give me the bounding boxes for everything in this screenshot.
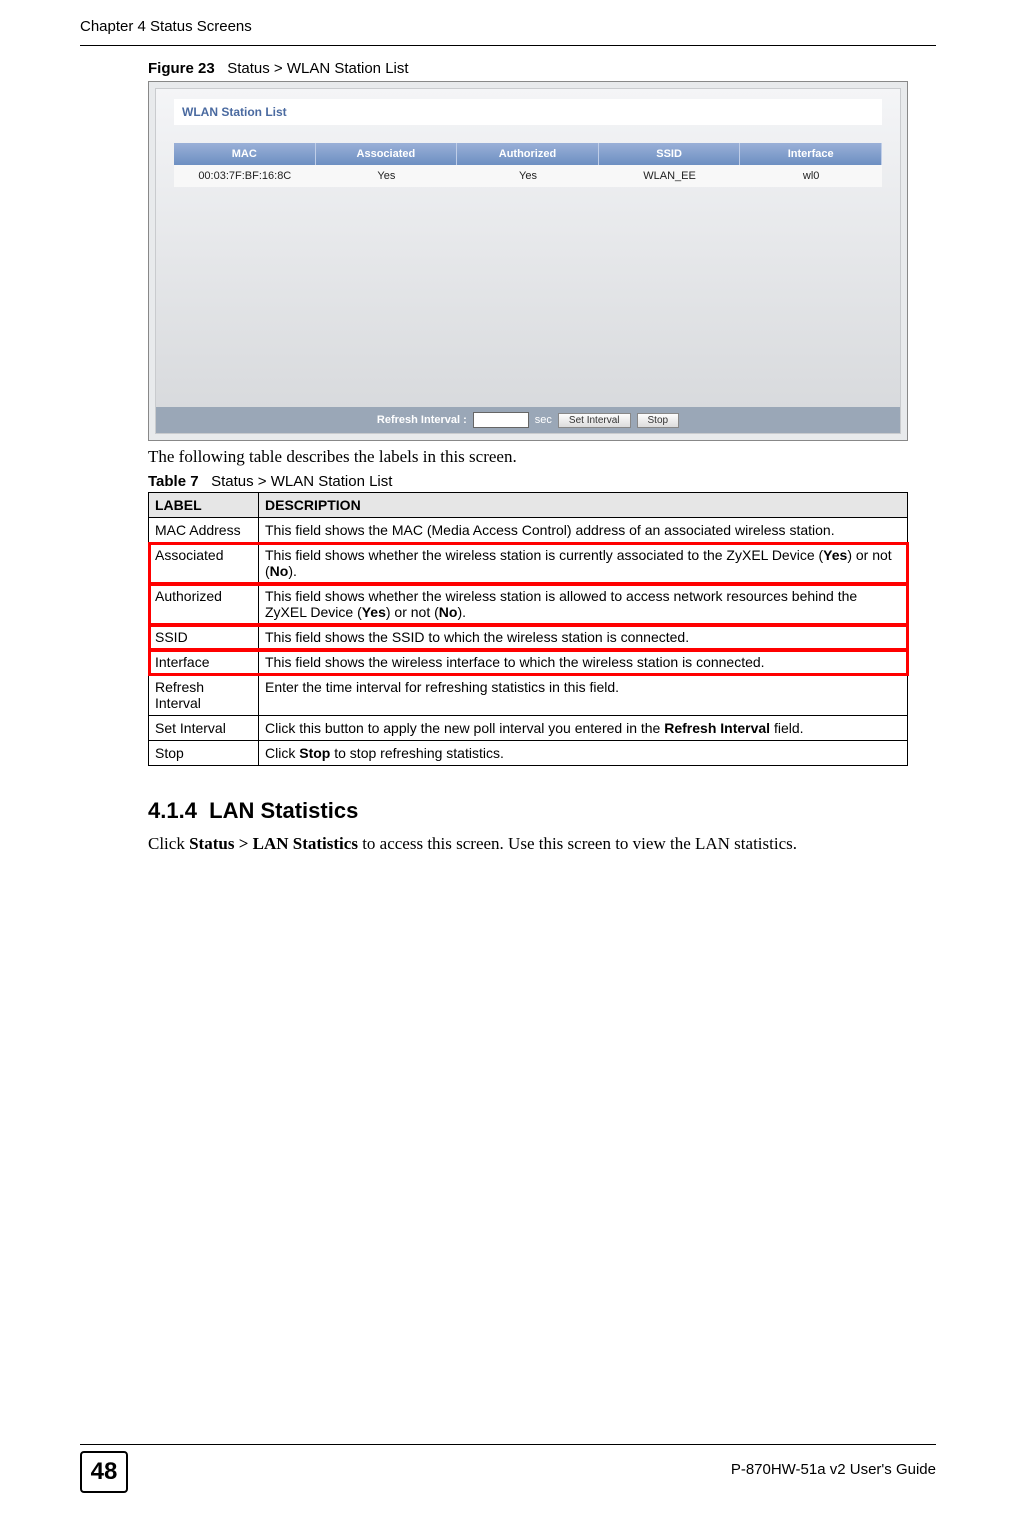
row-label: Stop [149, 741, 259, 766]
cell-associated: Yes [316, 165, 458, 187]
table-title: Status > WLAN Station List [211, 473, 392, 490]
row-desc: Enter the time interval for refreshing s… [259, 675, 908, 716]
col-interface: Interface [740, 143, 882, 165]
page-footer: 48 P-870HW-51a v2 User's Guide [80, 1444, 936, 1496]
col-ssid: SSID [599, 143, 741, 165]
cell-mac: 00:03:7F:BF:16:8C [174, 165, 316, 187]
row-desc: This field shows the wireless interface … [259, 650, 908, 675]
figure-title: Status > WLAN Station List [227, 60, 408, 77]
row-desc: This field shows whether the wireless st… [259, 584, 908, 625]
section-title: LAN Statistics [209, 798, 358, 823]
set-interval-button[interactable]: Set Interval [558, 413, 631, 428]
section-heading: 4.1.4 LAN Statistics [148, 798, 908, 824]
cell-authorized: Yes [457, 165, 599, 187]
chapter-title: Chapter 4 Status Screens [80, 18, 252, 35]
table-row: Stop Click Stop to stop refreshing stati… [149, 741, 908, 766]
table-row: MAC Address This field shows the MAC (Me… [149, 518, 908, 543]
table-row: Refresh Interval Enter the time interval… [149, 675, 908, 716]
row-desc: Click this button to apply the new poll … [259, 716, 908, 741]
row-desc: This field shows the MAC (Media Access C… [259, 518, 908, 543]
col-authorized: Authorized [457, 143, 599, 165]
col-mac: MAC [174, 143, 316, 165]
row-label: SSID [149, 625, 259, 650]
table-label: Table 7 [148, 473, 199, 490]
refresh-interval-unit: sec [535, 414, 552, 426]
row-label: Interface [149, 650, 259, 675]
row-desc: This field shows the SSID to which the w… [259, 625, 908, 650]
stop-button[interactable]: Stop [637, 413, 680, 428]
content-area: Figure 23 Status > WLAN Station List WLA… [148, 60, 908, 854]
figure-label: Figure 23 [148, 60, 215, 77]
row-desc: Click Stop to stop refreshing statistics… [259, 741, 908, 766]
table-row: Associated This field shows whether the … [149, 543, 908, 584]
refresh-interval-input[interactable] [473, 412, 529, 428]
row-desc: This field shows whether the wireless st… [259, 543, 908, 584]
screenshot-panel-title: WLAN Station List [174, 99, 882, 125]
table-row: SSID This field shows the SSID to which … [149, 625, 908, 650]
table-row: Set Interval Click this button to apply … [149, 716, 908, 741]
screenshot-table-row: 00:03:7F:BF:16:8C Yes Yes WLAN_EE wl0 [174, 165, 882, 187]
screenshot: WLAN Station List MAC Associated Authori… [148, 81, 908, 441]
th-label: LABEL [149, 493, 259, 518]
table-row: Authorized This field shows whether the … [149, 584, 908, 625]
section-number: 4.1.4 [148, 798, 197, 823]
row-label: Associated [149, 543, 259, 584]
description-table: LABEL DESCRIPTION MAC Address This field… [148, 492, 908, 766]
guide-name: P-870HW-51a v2 User's Guide [731, 1461, 936, 1478]
screenshot-title-bar: WLAN Station List [174, 99, 882, 125]
col-associated: Associated [316, 143, 458, 165]
row-label: Authorized [149, 584, 259, 625]
table-row: Interface This field shows the wireless … [149, 650, 908, 675]
screenshot-footer: Refresh Interval : sec Set Interval Stop [156, 407, 900, 433]
screenshot-body: WLAN Station List MAC Associated Authori… [155, 88, 901, 434]
cell-interface: wl0 [740, 165, 882, 187]
section-body: Click Status > LAN Statistics to access … [148, 834, 908, 854]
refresh-interval-label: Refresh Interval : [377, 414, 467, 426]
screenshot-table-header: MAC Associated Authorized SSID Interface [174, 143, 882, 165]
row-label: Set Interval [149, 716, 259, 741]
page: Chapter 4 Status Screens Figure 23 Statu… [0, 0, 1016, 1524]
figure-caption: Figure 23 Status > WLAN Station List [148, 60, 908, 77]
table-caption: Table 7 Status > WLAN Station List [148, 473, 908, 490]
th-desc: DESCRIPTION [259, 493, 908, 518]
row-label: Refresh Interval [149, 675, 259, 716]
cell-ssid: WLAN_EE [599, 165, 741, 187]
page-header: Chapter 4 Status Screens [80, 18, 936, 46]
table-header-row: LABEL DESCRIPTION [149, 493, 908, 518]
page-number: 48 [80, 1451, 128, 1493]
lead-text: The following table describes the labels… [148, 447, 908, 467]
row-label: MAC Address [149, 518, 259, 543]
